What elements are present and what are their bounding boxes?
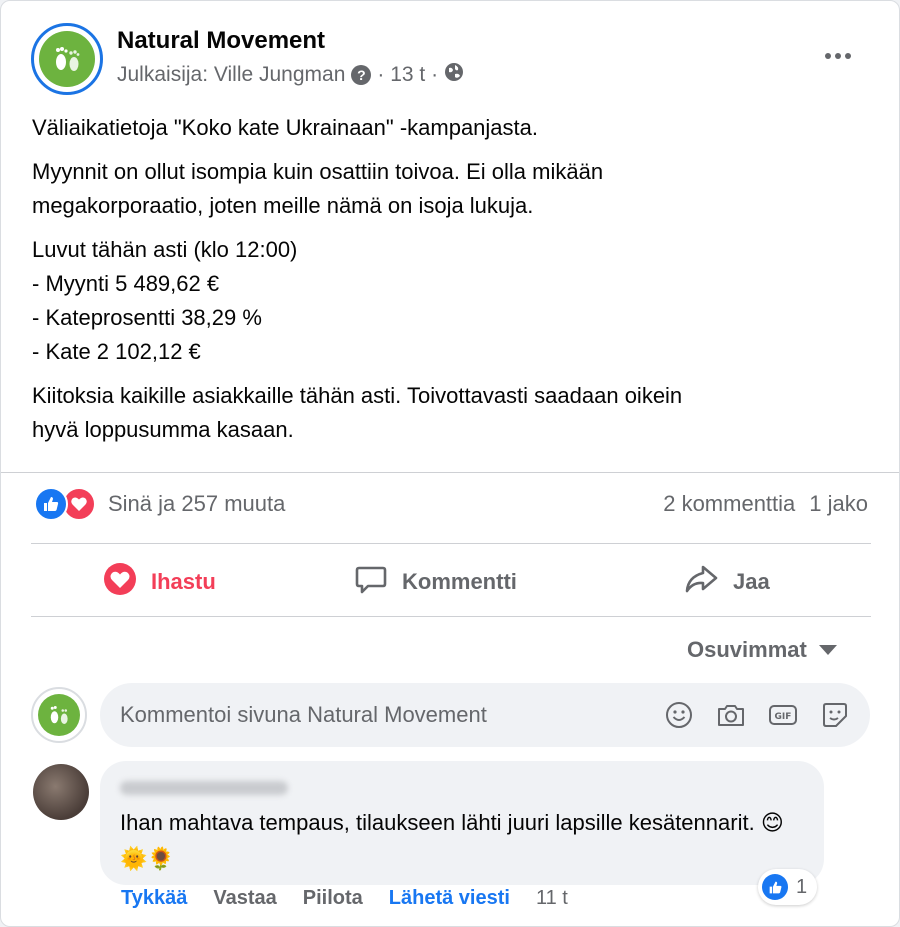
- gif-icon[interactable]: GIF: [768, 700, 798, 730]
- svg-text:GIF: GIF: [775, 712, 792, 722]
- comment-text: Ihan mahtava tempaus, tilaukseen lähti j…: [120, 805, 800, 877]
- more-options-button[interactable]: [817, 35, 859, 77]
- comment-button[interactable]: Kommentti: [354, 561, 517, 603]
- love-label: Ihastu: [151, 569, 216, 594]
- page-name[interactable]: Natural Movement: [117, 27, 325, 55]
- footprint-logo-icon: [39, 31, 95, 87]
- reaction-count[interactable]: Sinä ja 257 muuta: [108, 491, 285, 517]
- comment-input-placeholder[interactable]: Kommentoi sivuna Natural Movement: [120, 702, 664, 728]
- divider: [1, 472, 899, 473]
- comment-author-redacted[interactable]: [120, 781, 288, 795]
- post-paragraph: Väliaikatietoja "Koko kate Ukrainaan" -k…: [32, 111, 872, 145]
- comment-reply-button[interactable]: Vastaa: [213, 887, 276, 910]
- comment-count[interactable]: 2 kommenttia: [663, 491, 795, 517]
- dot-icon: [835, 53, 841, 59]
- comment-bubble: Ihan mahtava tempaus, tilaukseen lähti j…: [100, 761, 824, 885]
- emoji-icon[interactable]: [664, 700, 694, 730]
- post-paragraph: Myynnit on ollut isompia kuin osattiin t…: [32, 155, 872, 223]
- post-line: - Kate 2 102,12 €: [32, 339, 201, 364]
- comment-tools: GIF: [664, 700, 870, 730]
- comment-actions: Tykkää Vastaa Piilota Lähetä viesti 11 t: [121, 887, 568, 910]
- like-reaction-icon: [762, 874, 788, 900]
- comment-body: Ihan mahtava tempaus, tilaukseen lähti j…: [120, 810, 755, 835]
- post-line: Luvut tähän asti (klo 12:00): [32, 237, 298, 262]
- comment-time[interactable]: 11 t: [536, 887, 568, 910]
- page-avatar[interactable]: [31, 23, 103, 95]
- comment-input[interactable]: Kommentoi sivuna Natural Movement GIF: [100, 683, 870, 747]
- post-line: Myynnit on ollut isompia kuin osattiin t…: [32, 159, 604, 184]
- dot-icon: [825, 53, 831, 59]
- comment-sort-dropdown[interactable]: Osuvimmat: [687, 637, 837, 663]
- comment-bubble-icon: [354, 562, 388, 602]
- comment-like-button[interactable]: Tykkää: [121, 887, 187, 910]
- love-button[interactable]: Ihastu: [103, 561, 216, 603]
- post-body: Väliaikatietoja "Koko kate Ukrainaan" -k…: [32, 111, 872, 457]
- divider: [31, 543, 871, 544]
- post-line: megakorporaatio, joten meille nämä on is…: [32, 193, 534, 218]
- like-reaction-icon: [34, 487, 68, 521]
- reaction-summary[interactable]: Sinä ja 257 muuta: [34, 487, 285, 521]
- comment-message-button[interactable]: Lähetä viesti: [389, 887, 510, 910]
- caret-down-icon: [818, 645, 837, 655]
- heart-icon: [103, 562, 137, 602]
- divider: [31, 616, 871, 617]
- post-meta: Julkaisija: Ville Jungman ? · 13 t ·: [117, 62, 464, 88]
- post-time[interactable]: · 13 t ·: [377, 63, 438, 87]
- dot-icon: [845, 53, 851, 59]
- post-line: - Myynti 5 489,62 €: [32, 271, 220, 296]
- post-line: Väliaikatietoja "Koko kate Ukrainaan" -k…: [32, 115, 538, 140]
- post-card: Natural Movement Julkaisija: Ville Jungm…: [0, 0, 900, 927]
- post-line: hyvä loppusumma kasaan.: [32, 417, 294, 442]
- comment-like-count[interactable]: 1: [758, 869, 818, 905]
- footprint-logo-icon: [38, 694, 80, 736]
- post-line: - Kateprosentti 38,29 %: [32, 305, 262, 330]
- commenter-avatar[interactable]: [31, 687, 87, 743]
- post-stats: 2 kommenttia 1 jako: [663, 491, 868, 517]
- share-label: Jaa: [733, 569, 770, 594]
- share-button[interactable]: Jaa: [683, 561, 770, 603]
- user-avatar[interactable]: [33, 764, 89, 820]
- globe-icon[interactable]: [444, 62, 464, 88]
- help-icon[interactable]: ?: [351, 65, 372, 85]
- comment-label: Kommentti: [402, 569, 517, 594]
- share-count[interactable]: 1 jako: [809, 491, 868, 517]
- post-paragraph: Kiitoksia kaikille asiakkaille tähän ast…: [32, 379, 872, 447]
- share-arrow-icon: [683, 562, 719, 602]
- like-count-value: 1: [796, 875, 808, 898]
- camera-icon[interactable]: [716, 700, 746, 730]
- post-author[interactable]: Julkaisija: Ville Jungman: [117, 63, 345, 87]
- post-line: Kiitoksia kaikille asiakkaille tähän ast…: [32, 383, 683, 408]
- sticker-icon[interactable]: [820, 700, 850, 730]
- sort-label: Osuvimmat: [687, 637, 807, 662]
- post-paragraph: Luvut tähän asti (klo 12:00) - Myynti 5 …: [32, 233, 872, 369]
- comment-hide-button[interactable]: Piilota: [303, 887, 363, 910]
